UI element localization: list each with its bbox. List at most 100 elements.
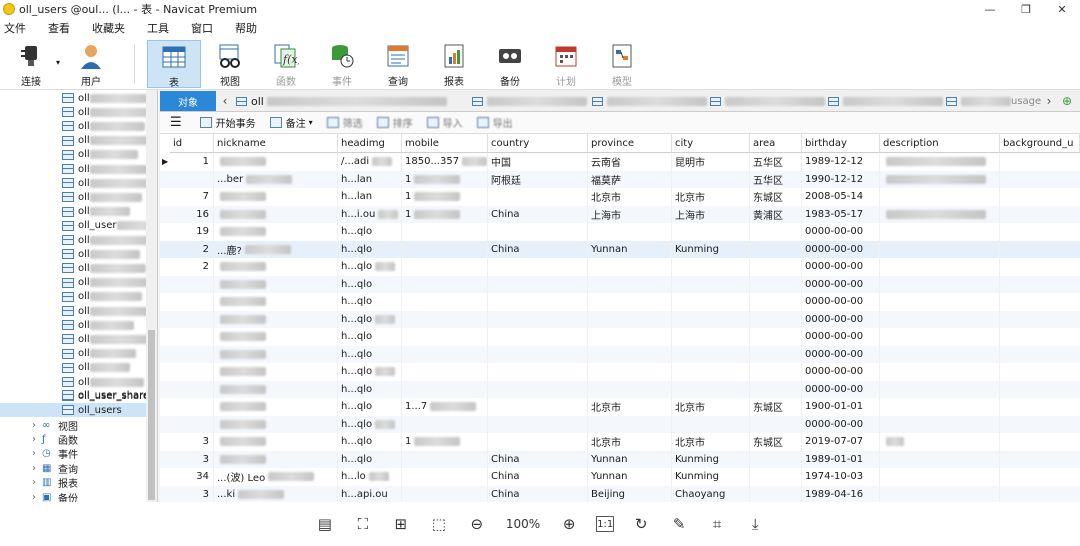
column-header-background-u[interactable]: background_u bbox=[1000, 134, 1080, 153]
cell-headimg[interactable]: h...qlo bbox=[338, 258, 402, 276]
cell-id[interactable]: 34 bbox=[170, 468, 214, 486]
cell-country[interactable] bbox=[488, 363, 588, 381]
cell-id[interactable] bbox=[170, 328, 214, 346]
cell-country[interactable] bbox=[488, 188, 588, 206]
cell-birthday[interactable]: 1974-10-03 bbox=[802, 468, 880, 486]
cell-mobile[interactable]: 1 bbox=[402, 170, 488, 188]
sidebar-table-item[interactable]: oll bbox=[62, 190, 142, 204]
cell-headimg[interactable]: h...qlo bbox=[338, 293, 402, 311]
begin-transaction-button[interactable]: 开始事务 bbox=[199, 115, 256, 130]
cell-id[interactable]: 2 bbox=[170, 258, 214, 276]
cell-birthday[interactable]: 0000-00-00 bbox=[802, 275, 880, 293]
cell-area[interactable] bbox=[750, 380, 802, 398]
cell-nickname[interactable] bbox=[214, 293, 338, 311]
cell-id[interactable] bbox=[170, 363, 214, 381]
cell-mobile[interactable] bbox=[402, 363, 488, 381]
table-button[interactable]: 表 bbox=[147, 40, 201, 89]
sidebar-table-item[interactable]: oll bbox=[62, 205, 130, 219]
cell-birthday[interactable]: 0000-00-00 bbox=[802, 415, 880, 433]
cell-mobile[interactable] bbox=[402, 415, 488, 433]
tab-scroll-left-icon[interactable]: ‹ bbox=[218, 92, 232, 110]
cell-mobile[interactable]: 1 bbox=[402, 188, 488, 206]
cell-birthday[interactable]: 1990-12-12 bbox=[802, 170, 880, 188]
cell-nickname[interactable]: ...(波) Leo bbox=[214, 468, 338, 486]
sidebar-table-item[interactable]: oll bbox=[62, 375, 144, 389]
tab-table-5[interactable] bbox=[828, 94, 943, 108]
cell-province[interactable]: 北京市 bbox=[588, 398, 672, 416]
menu-tools[interactable]: 工具 bbox=[147, 20, 169, 36]
cell-city[interactable]: 北京市 bbox=[672, 433, 750, 451]
minimize-button[interactable]: — bbox=[972, 0, 1008, 18]
column-header-country[interactable]: country bbox=[488, 134, 588, 153]
tab-table-3[interactable] bbox=[592, 94, 707, 108]
sidebar-item-oll-users[interactable]: oll_users bbox=[0, 403, 146, 417]
menu-window[interactable]: 窗口 bbox=[191, 20, 213, 36]
cell-mobile[interactable] bbox=[402, 450, 488, 468]
tab-scroll-right-icon[interactable]: › bbox=[1042, 92, 1056, 110]
column-header-area[interactable]: area bbox=[750, 134, 802, 153]
cell-birthday[interactable]: 1989-12-12 bbox=[802, 153, 880, 171]
cell-headimg[interactable]: h...qlo bbox=[338, 433, 402, 451]
cell-description[interactable] bbox=[880, 188, 1000, 206]
sidebar-table-item[interactable]: oll bbox=[62, 361, 130, 375]
cell-province[interactable] bbox=[588, 223, 672, 241]
cell-province[interactable]: 北京市 bbox=[588, 188, 672, 206]
cell-id[interactable]: 16 bbox=[170, 205, 214, 223]
cell-description[interactable] bbox=[880, 205, 1000, 223]
cell-description[interactable] bbox=[880, 153, 1000, 171]
cell-city[interactable] bbox=[672, 345, 750, 363]
memo-button[interactable]: 备注 ▾ bbox=[269, 115, 313, 130]
column-header-nickname[interactable]: nickname bbox=[214, 134, 338, 153]
cell-area[interactable] bbox=[750, 223, 802, 241]
chevron-right-icon[interactable]: › bbox=[32, 492, 36, 503]
cell-description[interactable] bbox=[880, 275, 1000, 293]
cell-headimg[interactable]: h...qlo bbox=[338, 328, 402, 346]
cell-area[interactable] bbox=[750, 468, 802, 486]
cell-birthday[interactable]: 0000-00-00 bbox=[802, 363, 880, 381]
cell-city[interactable]: 昆明市 bbox=[672, 153, 750, 171]
cell-country[interactable]: 中国 bbox=[488, 153, 588, 171]
cell-mobile[interactable] bbox=[402, 293, 488, 311]
cell-country[interactable] bbox=[488, 345, 588, 363]
cell-headimg[interactable]: h...lan bbox=[338, 188, 402, 206]
cell-birthday[interactable]: 0000-00-00 bbox=[802, 328, 880, 346]
cell-province[interactable]: 北京市 bbox=[588, 433, 672, 451]
column-header-headimg[interactable]: headimg bbox=[338, 134, 402, 153]
cell-country[interactable]: China bbox=[488, 468, 588, 486]
cell-province[interactable] bbox=[588, 310, 672, 328]
column-header-province[interactable]: province bbox=[588, 134, 672, 153]
cell-description[interactable] bbox=[880, 170, 1000, 188]
sidebar-table-item[interactable]: oll bbox=[62, 261, 146, 275]
sidebar-table-item[interactable]: oll bbox=[62, 347, 136, 361]
sidebar-table-item[interactable]: oll bbox=[62, 247, 140, 261]
cell-id[interactable]: 19 bbox=[170, 223, 214, 241]
import-button[interactable]: 导入 bbox=[426, 115, 463, 130]
cell-province[interactable] bbox=[588, 258, 672, 276]
scrollbar-thumb[interactable] bbox=[148, 330, 155, 500]
cell-country[interactable]: China bbox=[488, 450, 588, 468]
cell-area[interactable] bbox=[750, 310, 802, 328]
cell-province[interactable] bbox=[588, 275, 672, 293]
cell-birthday[interactable]: 0000-00-00 bbox=[802, 223, 880, 241]
sidebar-table-item[interactable]: oll bbox=[62, 162, 148, 176]
cell-city[interactable] bbox=[672, 170, 750, 188]
user-button[interactable]: 用户 bbox=[64, 40, 118, 88]
cell-description[interactable] bbox=[880, 363, 1000, 381]
cell-country[interactable] bbox=[488, 328, 588, 346]
close-button[interactable]: ✕ bbox=[1044, 0, 1080, 18]
cell-description[interactable] bbox=[880, 328, 1000, 346]
cell-nickname[interactable] bbox=[214, 380, 338, 398]
sidebar-item-oll-user-shares[interactable]: oll_user_shares bbox=[62, 388, 154, 402]
cell-mobile[interactable] bbox=[402, 485, 488, 502]
filter-button[interactable]: 筛选 bbox=[326, 115, 363, 130]
cell-nickname[interactable] bbox=[214, 415, 338, 433]
hamburger-menu-icon[interactable]: ☰ bbox=[170, 115, 182, 130]
tab-table-2[interactable] bbox=[472, 94, 587, 108]
cell-description[interactable] bbox=[880, 485, 1000, 502]
cell-id[interactable]: 1 bbox=[170, 153, 214, 171]
connect-dropdown-icon[interactable]: ▾ bbox=[56, 58, 60, 67]
tab-table-6[interactable]: usage bbox=[946, 94, 1041, 108]
cell-country[interactable]: China bbox=[488, 240, 588, 258]
cell-city[interactable]: Kunming bbox=[672, 468, 750, 486]
cell-headimg[interactable]: h...qlo bbox=[338, 223, 402, 241]
